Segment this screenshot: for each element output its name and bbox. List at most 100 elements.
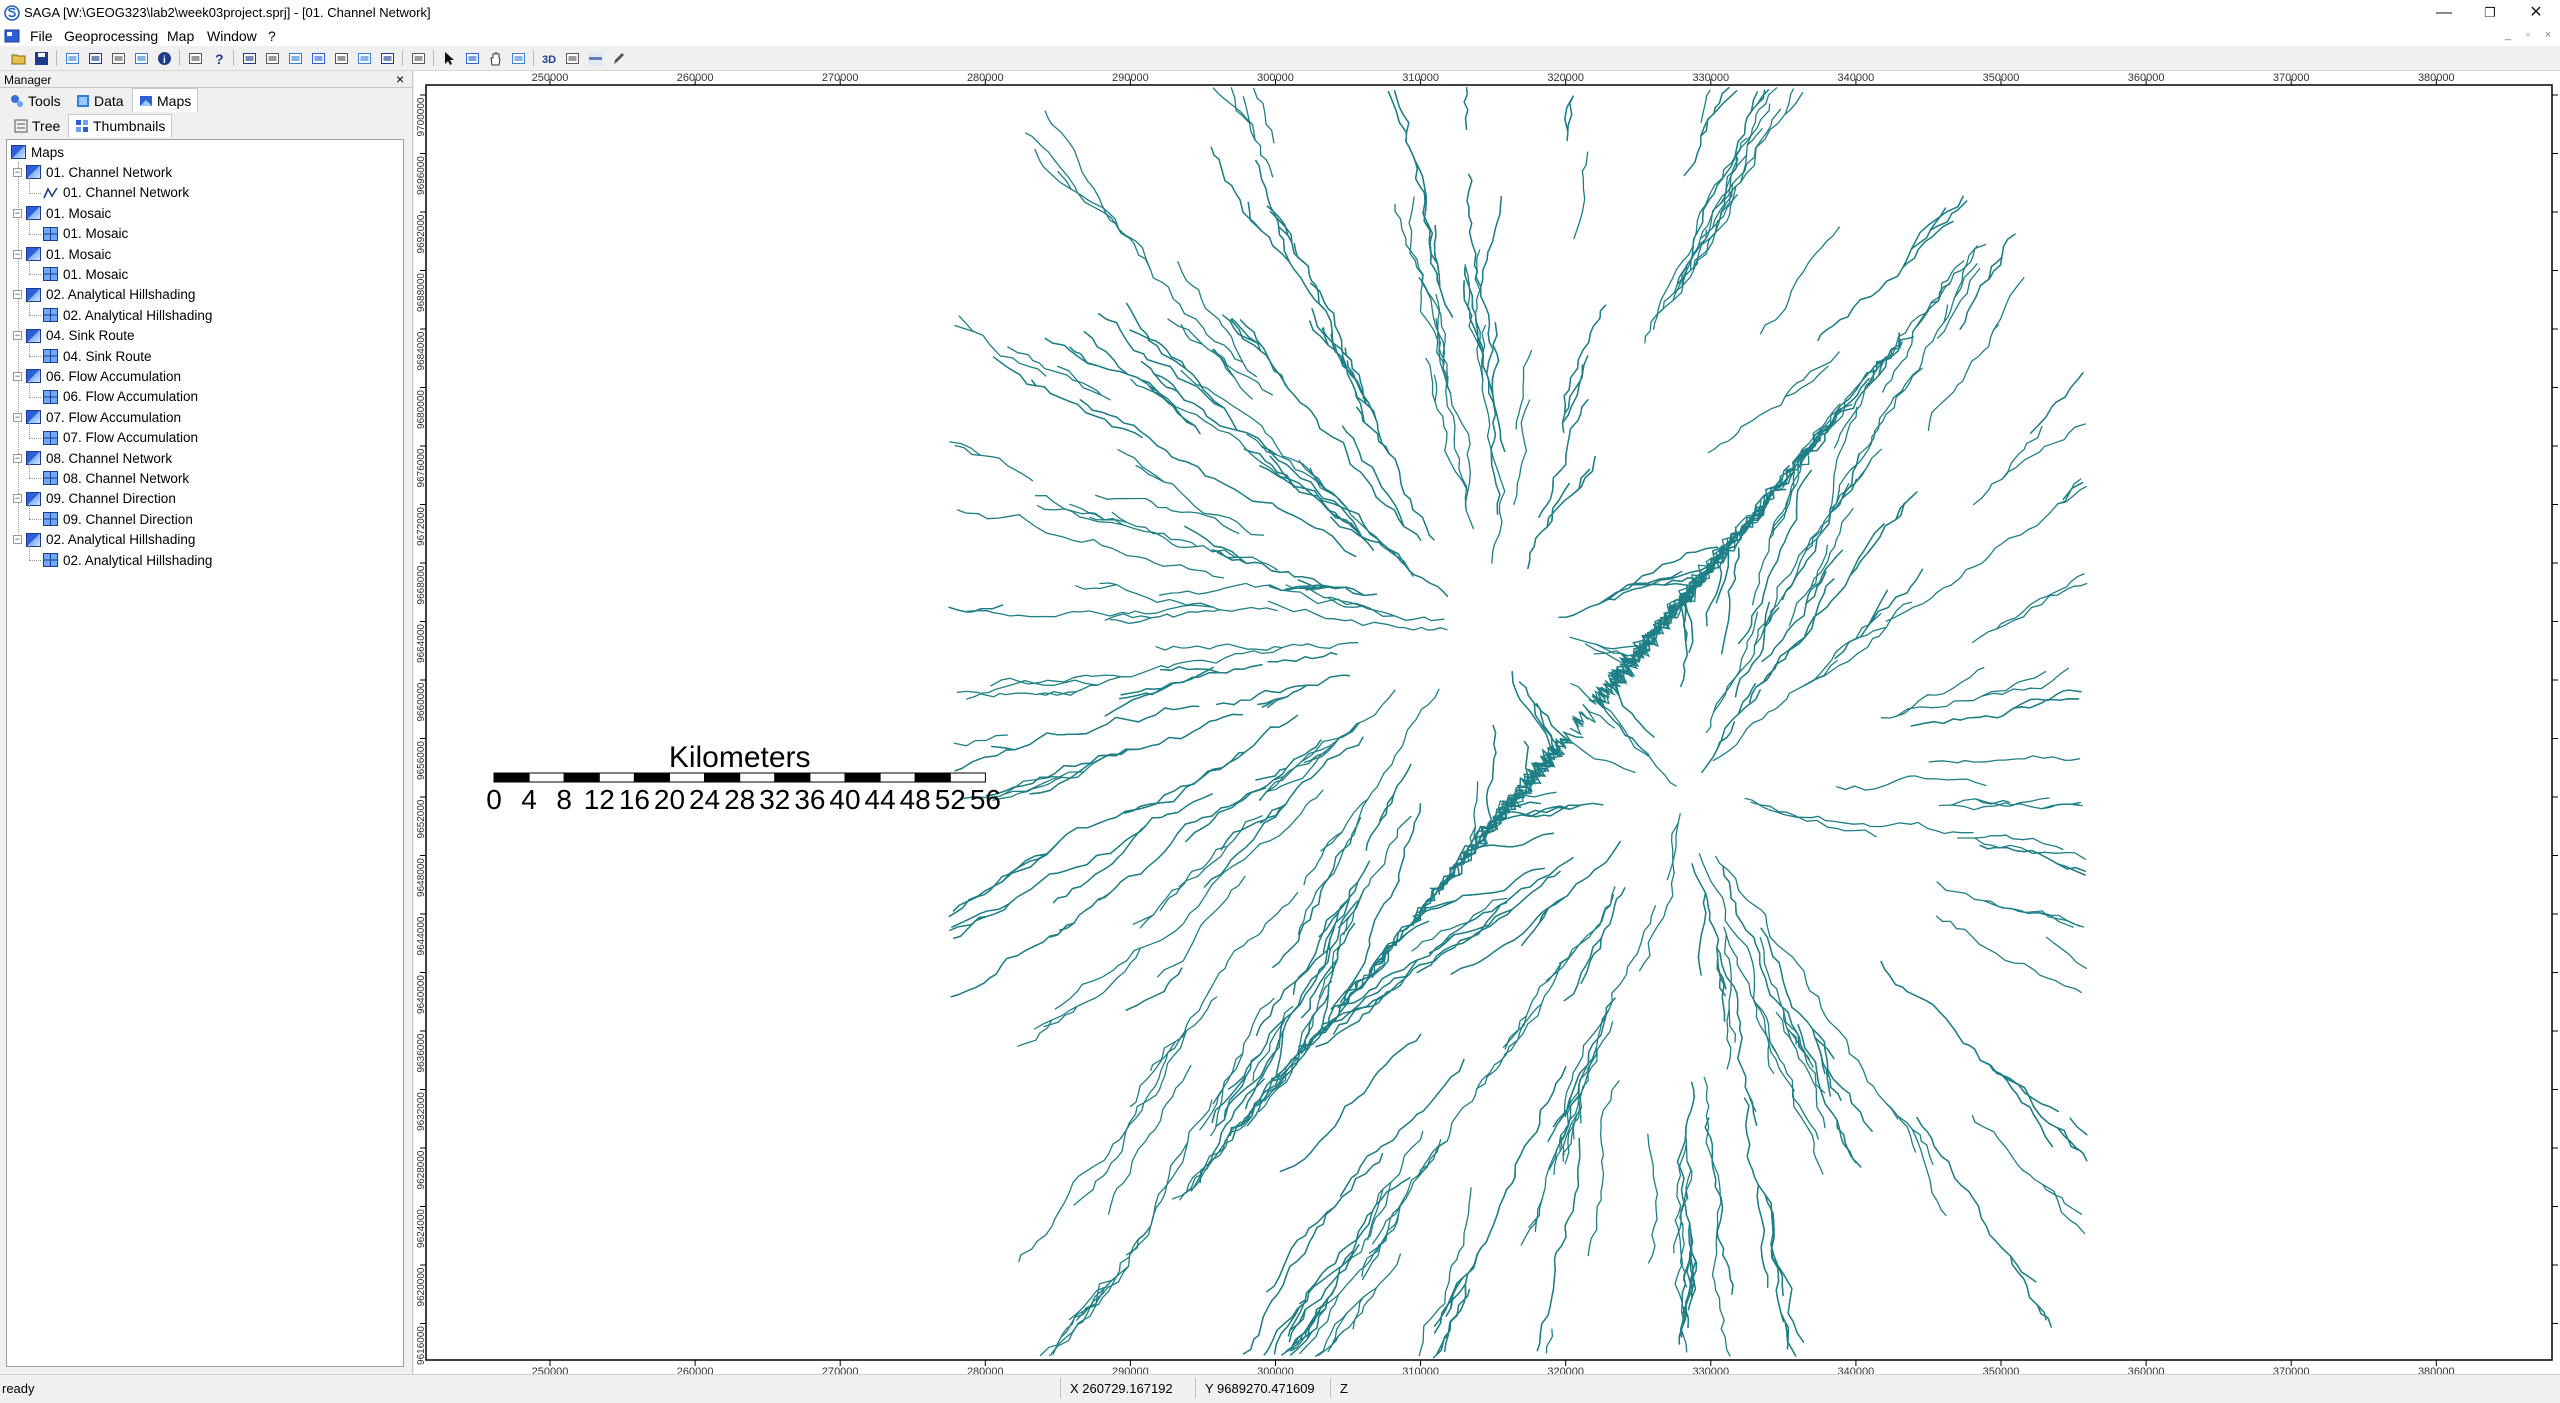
tree-map-item[interactable]: − 01. Mosaic [13, 244, 111, 264]
mdi-close-button[interactable]: × [2540, 29, 2556, 41]
help-button[interactable]: ? [208, 48, 228, 68]
pencil-button[interactable] [608, 48, 628, 68]
measure-button[interactable] [508, 48, 528, 68]
layout-button[interactable] [562, 48, 582, 68]
channel-segment [2029, 372, 2084, 434]
sync-maps-button[interactable] [354, 48, 374, 68]
collapse-icon[interactable]: − [13, 249, 22, 259]
zoom-active-button[interactable] [331, 48, 351, 68]
zoom-full-button[interactable] [285, 48, 305, 68]
channel-segment [1052, 825, 1147, 904]
maps-tree: Maps −01. Channel Network 01. Channel Netw… [6, 139, 404, 1367]
channel-segment [1476, 1003, 1543, 1088]
collapse-icon[interactable]: − [13, 290, 22, 300]
3d-view-button[interactable]: 3D [539, 48, 559, 68]
tree-map-item[interactable]: − 02. Analytical Hillshading [13, 285, 195, 305]
tree-map-item[interactable]: − 04. Sink Route [13, 326, 135, 346]
tree-layer-item[interactable]: 01. Channel Network [43, 183, 189, 203]
collapse-icon[interactable]: − [13, 371, 22, 381]
channel-segment [1754, 1002, 1795, 1092]
mdi-restore-button[interactable]: ▫ [2520, 29, 2536, 41]
collapse-icon[interactable]: − [13, 167, 22, 177]
channel-segment [1216, 674, 1350, 706]
subtab-tree[interactable]: Tree [8, 115, 66, 137]
channel-segment [1799, 626, 1886, 689]
tool-run-button[interactable] [185, 48, 205, 68]
restore-button[interactable]: ❐ [2466, 0, 2514, 26]
x-axis-tick-label-bottom: 370000 [2273, 1366, 2310, 1374]
pan-hand-button[interactable] [485, 48, 505, 68]
channel-segment [1812, 403, 1853, 434]
tree-map-item[interactable]: − 01. Mosaic [13, 203, 111, 223]
tree-map-item[interactable]: − 09. Channel Direction [13, 489, 176, 509]
y-axis-tick-label-left: 9652000 [416, 799, 427, 838]
channel-segment [1539, 840, 1621, 922]
scalebar-segment [844, 772, 881, 783]
subtab-thumbnails[interactable]: Thumbnails [68, 114, 173, 137]
zoom-full-icon [288, 52, 302, 64]
tab-maps[interactable]: Maps [132, 88, 199, 112]
channel-segment [1199, 1078, 1265, 1183]
tree-map-item[interactable]: − 07. Flow Accumulation [13, 407, 181, 427]
menu-geoprocessing[interactable]: Geoprocessing [60, 28, 162, 44]
mdi-minimize-button[interactable]: _ [2500, 29, 2516, 41]
menu-help[interactable]: ? [264, 28, 280, 44]
tree-map-item[interactable]: − 08. Channel Network [13, 448, 172, 468]
menu-window[interactable]: Window [203, 28, 261, 44]
save-button[interactable] [31, 48, 51, 68]
channel-segment [1546, 482, 1570, 528]
channel-segment [1563, 1008, 1610, 1115]
saga-app-icon[interactable] [4, 5, 20, 21]
collapse-icon[interactable]: − [13, 494, 22, 504]
zoom-forward-button[interactable] [262, 48, 282, 68]
manager-button[interactable] [62, 48, 82, 68]
map-to-clipboard-button[interactable] [377, 48, 397, 68]
collapse-icon[interactable]: − [13, 453, 22, 463]
tree-layer-item[interactable]: 01. Mosaic [43, 224, 128, 244]
minimize-button[interactable]: — [2420, 0, 2468, 26]
tab-tools[interactable]: Tools [4, 90, 67, 112]
channel-segment [1770, 1248, 1805, 1343]
manager-close-button[interactable]: × [396, 71, 404, 87]
tree-layer-item[interactable]: 02. Analytical Hillshading [43, 550, 212, 570]
map-canvas[interactable]: 250000 250000 260000 260000 270000 270000 2800… [414, 71, 2560, 1374]
collapse-icon[interactable]: − [13, 412, 22, 422]
zoom-box-button[interactable] [462, 48, 482, 68]
tree-map-item[interactable]: − 01. Channel Network [13, 162, 172, 182]
document-system-icon[interactable] [4, 28, 20, 44]
tree-layer-item[interactable]: 01. Mosaic [43, 264, 128, 284]
channel-segment [1222, 314, 1290, 390]
zoom-back-button[interactable] [239, 48, 259, 68]
data-source-button[interactable] [108, 48, 128, 68]
new-map-button[interactable] [408, 48, 428, 68]
collapse-icon[interactable]: − [13, 331, 22, 341]
action-cursor-button[interactable] [439, 48, 459, 68]
tree-root-maps[interactable]: Maps [11, 142, 64, 162]
info-button[interactable]: i [154, 48, 174, 68]
collapse-icon[interactable]: − [13, 535, 22, 545]
tree-map-item[interactable]: − 02. Analytical Hillshading [13, 530, 195, 550]
tree-layer-item[interactable]: 09. Channel Direction [43, 509, 193, 529]
properties-icon [88, 52, 102, 64]
zoom-layer-button[interactable] [308, 48, 328, 68]
tab-data[interactable]: Data [70, 90, 130, 112]
channel-segment [1314, 1287, 1377, 1357]
tree-layer-item[interactable]: 02. Analytical Hillshading [43, 305, 212, 325]
menu-file[interactable]: File [26, 28, 57, 44]
open-button[interactable] [8, 48, 28, 68]
tree-layer-item[interactable]: 04. Sink Route [43, 346, 152, 366]
message-button[interactable] [131, 48, 151, 68]
close-button[interactable]: ✕ [2512, 0, 2560, 26]
tree-layer-item[interactable]: 08. Channel Network [43, 468, 189, 488]
channel-segment [1210, 146, 1263, 232]
tree-layer-item[interactable]: 07. Flow Accumulation [43, 428, 198, 448]
tree-map-item[interactable]: − 06. Flow Accumulation [13, 366, 181, 386]
map-view[interactable]: 250000 250000 260000 260000 270000 270000 2800… [414, 71, 2560, 1374]
scalebar-button[interactable] [585, 48, 605, 68]
menu-map[interactable]: Map [163, 28, 198, 44]
collapse-icon[interactable]: − [13, 208, 22, 218]
tree-map-label: 01. Mosaic [46, 246, 112, 262]
properties-button[interactable] [85, 48, 105, 68]
y-axis-tick-label-left: 9616000 [416, 1326, 427, 1365]
tree-layer-item[interactable]: 06. Flow Accumulation [43, 387, 198, 407]
